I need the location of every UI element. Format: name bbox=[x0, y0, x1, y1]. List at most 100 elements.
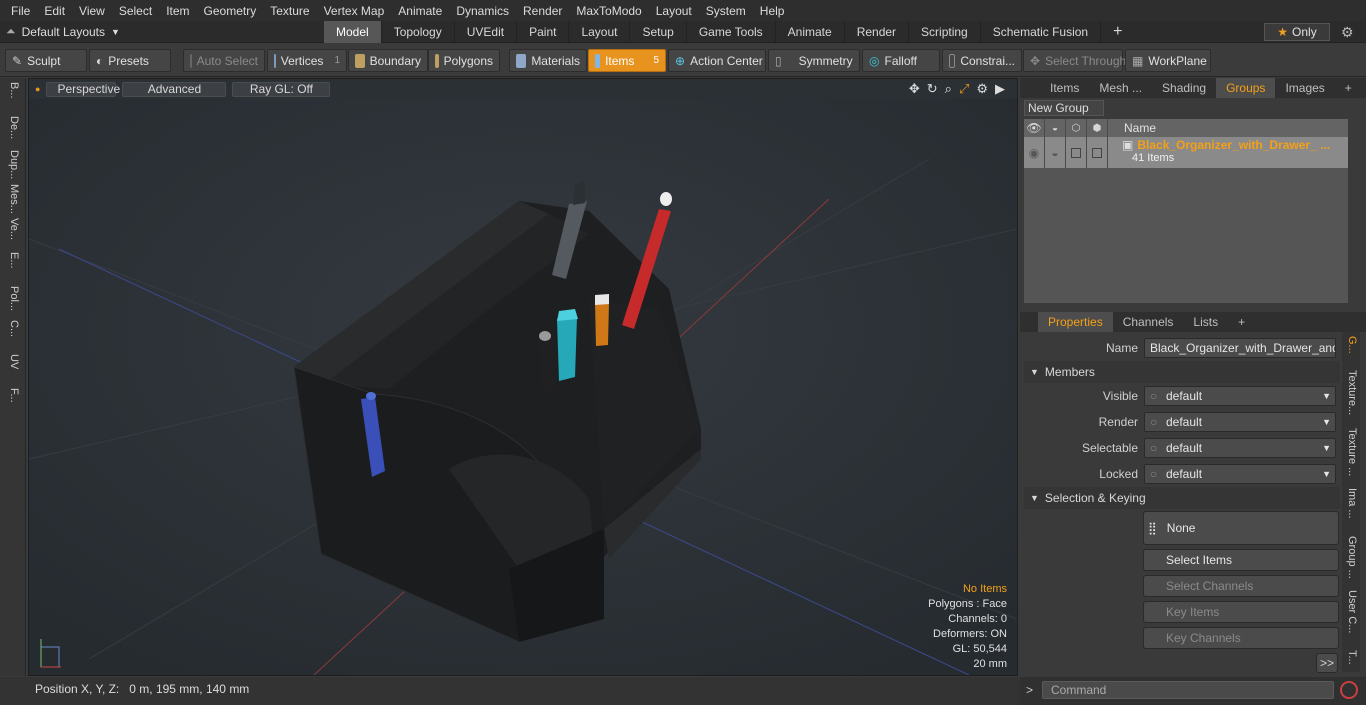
panel-tab-groups[interactable]: Groups bbox=[1216, 78, 1276, 98]
menu-item-layout[interactable]: Layout bbox=[649, 4, 699, 18]
record-icon[interactable] bbox=[1340, 681, 1358, 699]
viewport-scene[interactable] bbox=[29, 99, 1017, 675]
left-tab-4[interactable]: Ve... bbox=[4, 218, 20, 240]
action-center-button[interactable]: ⊕ Action Center bbox=[668, 49, 766, 72]
select-items-button[interactable]: Select Items bbox=[1143, 549, 1339, 571]
add-panel-tab-icon[interactable]: + bbox=[1335, 78, 1362, 98]
panel-tab-mesh[interactable]: Mesh ... bbox=[1089, 78, 1152, 98]
row-eye-icon[interactable]: ◉ bbox=[1024, 137, 1045, 168]
fit-view-icon[interactable]: ⤢ bbox=[959, 81, 969, 97]
prop-tab-channels[interactable]: Channels bbox=[1113, 312, 1184, 332]
menu-item-geometry[interactable]: Geometry bbox=[197, 4, 264, 18]
right-vtab-2[interactable]: Texture ... bbox=[1344, 428, 1358, 476]
prop-tab-properties[interactable]: Properties bbox=[1038, 312, 1113, 332]
render-icon[interactable]: ◒ bbox=[1045, 119, 1066, 137]
add-prop-tab-icon[interactable]: + bbox=[1228, 312, 1255, 332]
orange-marker[interactable] bbox=[595, 294, 609, 346]
menu-item-vertex-map[interactable]: Vertex Map bbox=[317, 4, 392, 18]
vertices-button[interactable]: Vertices 1 bbox=[267, 49, 347, 72]
left-tab-9[interactable]: F... bbox=[4, 388, 20, 403]
right-vtab-6[interactable]: T... bbox=[1344, 650, 1358, 665]
visible-dropdown[interactable]: ○ default ▼ bbox=[1144, 386, 1336, 406]
viewport-gear-icon[interactable]: ⚙ bbox=[976, 81, 988, 97]
teal-marker[interactable] bbox=[557, 309, 578, 381]
tab-animate[interactable]: Animate bbox=[776, 21, 845, 43]
shading-button[interactable]: Advanced bbox=[122, 81, 227, 97]
select-through-button[interactable]: ✥ Select Through bbox=[1023, 49, 1126, 72]
left-tab-1[interactable]: De... bbox=[4, 116, 20, 139]
menu-item-item[interactable]: Item bbox=[159, 4, 196, 18]
panel-tab-images[interactable]: Images bbox=[1275, 78, 1334, 98]
eye-icon[interactable]: 👁 bbox=[1024, 119, 1045, 137]
lock-icon[interactable]: ⬡ bbox=[1066, 119, 1087, 137]
presets-button[interactable]: ◐ Presets bbox=[89, 49, 171, 72]
menu-item-texture[interactable]: Texture bbox=[263, 4, 316, 18]
tab-game-tools[interactable]: Game Tools bbox=[687, 21, 776, 43]
tab-render[interactable]: Render bbox=[845, 21, 910, 43]
left-tab-6[interactable]: Pol... bbox=[4, 286, 20, 311]
menu-item-maxtomodo[interactable]: MaxToModo bbox=[569, 4, 648, 18]
right-vtab-1[interactable]: Texture... bbox=[1344, 370, 1358, 415]
layouts-selector[interactable]: ⏶ Default Layouts ▼ bbox=[6, 24, 120, 39]
left-tab-8[interactable]: UV bbox=[4, 354, 20, 369]
none-button[interactable]: ⣿ None bbox=[1143, 511, 1339, 545]
zoom-view-icon[interactable]: ⌕ bbox=[945, 81, 952, 97]
menu-item-system[interactable]: System bbox=[699, 4, 753, 18]
menu-item-render[interactable]: Render bbox=[516, 4, 569, 18]
menu-item-view[interactable]: View bbox=[72, 4, 112, 18]
group-row[interactable]: ◉ ◒ ▣ Black_Organizer_with_Drawer_ ... 4… bbox=[1024, 137, 1348, 168]
left-tab-2[interactable]: Dup... bbox=[4, 150, 20, 179]
tab-schematic-fusion[interactable]: Schematic Fusion bbox=[981, 21, 1102, 43]
tab-layout[interactable]: Layout bbox=[569, 21, 631, 43]
workplane-button[interactable]: ▦ WorkPlane bbox=[1125, 49, 1211, 72]
falloff-button[interactable]: ◎ Falloff bbox=[862, 49, 940, 72]
add-tab-icon[interactable]: + bbox=[1101, 21, 1134, 43]
menu-item-select[interactable]: Select bbox=[112, 4, 159, 18]
tab-setup[interactable]: Setup bbox=[630, 21, 687, 43]
constraints-button[interactable]: Constrai... bbox=[942, 49, 1022, 72]
move-view-icon[interactable]: ✥ bbox=[909, 81, 920, 97]
gear-icon[interactable]: ⚙ bbox=[1341, 24, 1354, 41]
items-button[interactable]: Items 5 bbox=[588, 49, 666, 72]
menu-item-help[interactable]: Help bbox=[753, 4, 792, 18]
key-items-button[interactable]: Key Items bbox=[1143, 601, 1339, 623]
row-select-box[interactable] bbox=[1087, 137, 1108, 168]
right-vtab-0[interactable]: G... bbox=[1344, 336, 1358, 354]
selectable-dropdown[interactable]: ○ default ▼ bbox=[1144, 438, 1336, 458]
panel-tab-items[interactable]: Items bbox=[1040, 78, 1089, 98]
right-vtab-5[interactable]: User C... bbox=[1344, 590, 1358, 633]
locked-dropdown[interactable]: ○ default ▼ bbox=[1144, 464, 1336, 484]
menu-item-edit[interactable]: Edit bbox=[37, 4, 72, 18]
select-icon[interactable]: ⬢ bbox=[1087, 119, 1108, 137]
tab-model[interactable]: Model bbox=[324, 21, 382, 43]
only-toggle[interactable]: ★ Only bbox=[1264, 23, 1330, 41]
auto-select-button[interactable]: Auto Select bbox=[183, 49, 265, 72]
render-dropdown[interactable]: ○ default ▼ bbox=[1144, 412, 1336, 432]
panel-tab-shading[interactable]: Shading bbox=[1152, 78, 1216, 98]
boundary-button[interactable]: Boundary bbox=[348, 49, 428, 72]
left-tab-0[interactable]: B... bbox=[4, 82, 20, 99]
right-vtab-3[interactable]: Ima ... bbox=[1344, 488, 1358, 519]
left-tab-3[interactable]: Mes... bbox=[4, 184, 20, 214]
more-button[interactable]: >> bbox=[1316, 653, 1338, 673]
name-field[interactable]: Black_Organizer_with_Drawer_and_P bbox=[1144, 338, 1336, 358]
prop-tab-lists[interactable]: Lists bbox=[1183, 312, 1228, 332]
left-tab-5[interactable]: E... bbox=[4, 252, 20, 269]
play-icon[interactable]: ▶ bbox=[995, 81, 1005, 97]
row-render-icon[interactable]: ◒ bbox=[1045, 137, 1066, 168]
row-lock-box[interactable] bbox=[1066, 137, 1087, 168]
menu-item-dynamics[interactable]: Dynamics bbox=[449, 4, 516, 18]
viewport[interactable]: ● Perspective Advanced Ray GL: Off ✥ ↻ ⌕… bbox=[28, 78, 1018, 676]
menu-item-animate[interactable]: Animate bbox=[391, 4, 449, 18]
sculpt-button[interactable]: ✎ Sculpt bbox=[5, 49, 87, 72]
tab-uvedit[interactable]: UVEdit bbox=[455, 21, 518, 43]
command-input[interactable]: Command bbox=[1042, 681, 1334, 699]
rotate-view-icon[interactable]: ↻ bbox=[927, 81, 938, 97]
polygons-button[interactable]: Polygons bbox=[428, 49, 500, 72]
selection-keying-section[interactable]: ▼ Selection & Keying bbox=[1024, 487, 1340, 509]
tab-scripting[interactable]: Scripting bbox=[909, 21, 981, 43]
view-mode-button[interactable]: Perspective bbox=[46, 81, 120, 97]
menu-item-file[interactable]: File bbox=[4, 4, 37, 18]
symmetry-button[interactable]: ▯ Symmetry bbox=[768, 49, 860, 72]
left-tab-7[interactable]: C... bbox=[4, 320, 20, 337]
